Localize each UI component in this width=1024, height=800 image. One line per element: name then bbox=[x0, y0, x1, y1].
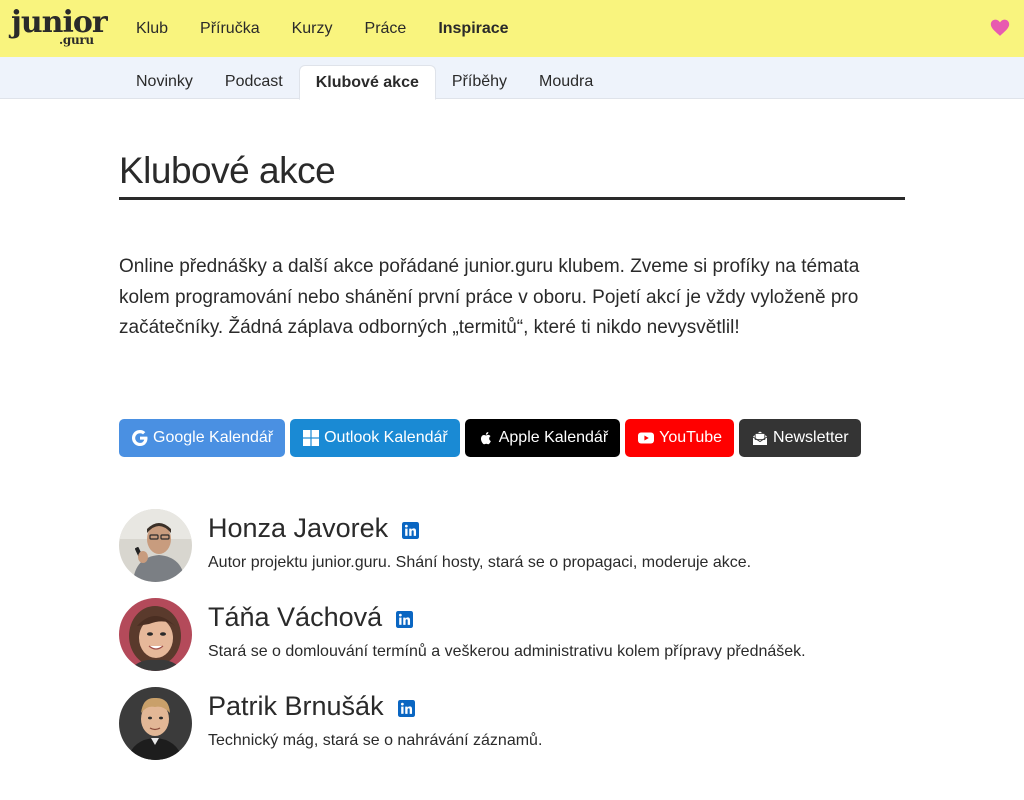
tab-novinky[interactable]: Novinky bbox=[120, 65, 209, 99]
nav-item-prirucka[interactable]: Příručka bbox=[184, 0, 276, 57]
newsletter-button[interactable]: Newsletter bbox=[739, 419, 861, 457]
main-nav: Klub Příručka Kurzy Práce Inspirace bbox=[120, 0, 525, 57]
apple-icon bbox=[480, 432, 491, 445]
person-card: Patrik Brnušák Technický mág, stará se o… bbox=[119, 687, 879, 776]
person-description: Autor projektu junior.guru. Shání hosty,… bbox=[208, 554, 752, 571]
youtube-label: YouTube bbox=[659, 429, 723, 446]
person-description: Stará se o domlouvání termínů a veškerou… bbox=[208, 643, 806, 660]
nav-item-prace[interactable]: Práce bbox=[349, 0, 423, 57]
linkedin-icon[interactable] bbox=[397, 699, 415, 717]
apple-calendar-button[interactable]: Apple Kalendář bbox=[464, 419, 621, 457]
envelope-icon bbox=[752, 431, 768, 445]
google-icon bbox=[132, 430, 148, 446]
nav-item-inspirace[interactable]: Inspirace bbox=[422, 0, 524, 57]
tab-podcast[interactable]: Podcast bbox=[209, 65, 299, 99]
person-card: Honza Javorek Autor projektu junior.guru… bbox=[119, 509, 879, 598]
newsletter-label: Newsletter bbox=[773, 429, 849, 446]
nav-item-kurzy[interactable]: Kurzy bbox=[276, 0, 349, 57]
nav-item-klub[interactable]: Klub bbox=[120, 0, 184, 57]
apple-calendar-label: Apple Kalendář bbox=[498, 429, 609, 446]
windows-icon bbox=[303, 430, 320, 446]
outlook-calendar-button[interactable]: Outlook Kalendář bbox=[290, 419, 460, 457]
tab-klubove-akce[interactable]: Klubové akce bbox=[298, 65, 436, 100]
avatar bbox=[119, 509, 192, 582]
tab-moudra[interactable]: Moudra bbox=[523, 65, 609, 99]
linkedin-icon[interactable] bbox=[396, 610, 414, 628]
tab-pribehy[interactable]: Příběhy bbox=[436, 65, 523, 99]
person-name: Honza Javorek bbox=[208, 513, 389, 543]
sub-nav: Novinky Podcast Klubové akce Příběhy Mou… bbox=[120, 65, 609, 100]
intro-text: Online přednášky a další akce pořádané j… bbox=[119, 256, 860, 338]
logo-subtext: .guru bbox=[59, 33, 94, 47]
avatar bbox=[119, 687, 192, 760]
person-description: Technický mág, stará se o nahrávání zázn… bbox=[208, 732, 543, 749]
person-photo bbox=[119, 687, 192, 760]
youtube-button[interactable]: YouTube bbox=[625, 419, 735, 457]
junior-guru-logo[interactable]: junior .guru bbox=[11, 8, 108, 50]
subscribe-buttons: Google Kalendář Outlook Kalendář Apple K… bbox=[119, 419, 861, 457]
person-photo bbox=[119, 509, 192, 582]
person-photo bbox=[119, 598, 192, 671]
person-name: Patrik Brnušák bbox=[208, 691, 384, 721]
google-calendar-label: Google Kalendář bbox=[153, 429, 274, 446]
person-name-row: Honza Javorek bbox=[208, 512, 420, 544]
sub-navbar: Novinky Podcast Klubové akce Příběhy Mou… bbox=[0, 57, 1024, 100]
youtube-icon bbox=[638, 432, 655, 444]
page-title: Klubové akce bbox=[119, 150, 336, 191]
person-card: Táňa Váchová Stará se o domlouvání termí… bbox=[119, 598, 879, 687]
title-divider bbox=[119, 197, 905, 200]
linkedin-icon[interactable] bbox=[402, 521, 420, 539]
google-calendar-button[interactable]: Google Kalendář bbox=[119, 419, 286, 457]
person-name-row: Patrik Brnušák bbox=[208, 690, 415, 722]
avatar bbox=[119, 598, 192, 671]
person-name-row: Táňa Váchová bbox=[208, 601, 414, 633]
person-name: Táňa Váchová bbox=[208, 602, 383, 632]
heart-icon[interactable] bbox=[990, 18, 1010, 38]
organizers-list: Honza Javorek Autor projektu junior.guru… bbox=[119, 509, 879, 776]
outlook-calendar-label: Outlook Kalendář bbox=[324, 429, 448, 446]
top-navbar: junior .guru Klub Příručka Kurzy Práce I… bbox=[0, 0, 1024, 57]
